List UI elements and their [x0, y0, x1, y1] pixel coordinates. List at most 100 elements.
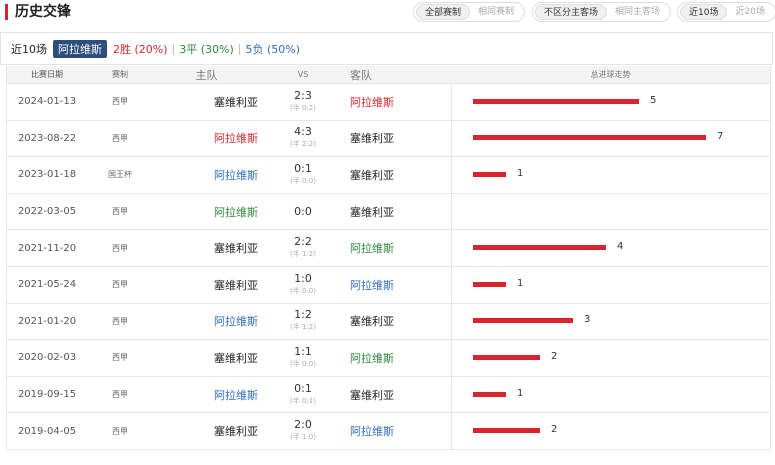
half-time-score: (半 0:1)	[290, 396, 316, 405]
table-row: 2023-08-22 西甲 阿拉维斯 4:3 (半 2:2) 塞维利亚 7	[7, 120, 770, 158]
page-title: 历史交锋	[15, 4, 71, 20]
summary-label: 近10场	[11, 42, 47, 56]
match-score: 1:2 (半 1:2)	[260, 309, 346, 333]
full-time-score: 2:0	[294, 418, 312, 432]
table-row: 2024-01-13 西甲 塞维利亚 2:3 (半 0:2) 阿拉维斯 5	[7, 84, 770, 121]
table-row: 2020-02-03 西甲 塞维利亚 1:1 (半 0:0) 阿拉维斯 2	[7, 340, 770, 377]
away-team[interactable]: 塞维利亚	[346, 313, 451, 329]
away-team[interactable]: 塞维利亚	[346, 130, 451, 146]
away-team[interactable]: 塞维利亚	[346, 387, 451, 403]
match-score: 2:2 (半 1:2)	[260, 236, 346, 260]
goal-total-label: 2	[551, 424, 558, 436]
table-row: 2021-11-20 西甲 塞维利亚 2:2 (半 1:2) 阿拉维斯 4	[7, 230, 770, 267]
goal-trend-cell: 5	[451, 84, 770, 120]
goal-total-label: 1	[517, 277, 524, 289]
divider: |	[237, 42, 242, 55]
match-score: 0:1 (半 0:1)	[260, 382, 346, 407]
record-summary: 近10场 阿拉维斯 2胜 (20%) | 3平 (30%) | 5负 (50%)	[0, 32, 773, 65]
match-competition: 西甲	[112, 316, 128, 326]
match-date: 2020-02-03	[17, 352, 77, 364]
goal-trend-cell: 1	[451, 376, 770, 413]
goal-trend-bar	[473, 245, 606, 251]
table-row: 2021-05-24 西甲 塞维利亚 1:0 (半 0:0) 阿拉维斯 1	[7, 266, 770, 304]
filter-range: 近10场 近20场	[677, 2, 775, 22]
goal-trend-bar	[473, 391, 506, 397]
home-team[interactable]: 阿拉维斯	[153, 167, 260, 183]
match-score: 0:1 (半 0:0)	[260, 161, 346, 187]
team-badge: 阿拉维斯	[53, 39, 107, 58]
match-competition: 西甲	[112, 207, 128, 217]
goal-trend-cell	[451, 193, 770, 230]
draw-count: 3平 (30%)	[179, 42, 234, 56]
home-team[interactable]: 阿拉维斯	[153, 313, 260, 329]
home-team[interactable]: 塞维利亚	[153, 423, 260, 439]
full-time-score: 1:1	[294, 344, 312, 358]
away-team[interactable]: 阿拉维斯	[346, 277, 451, 293]
home-team[interactable]: 塞维利亚	[153, 277, 260, 293]
col-date: 比赛日期	[31, 70, 63, 79]
goal-total-label: 3	[584, 314, 591, 326]
goal-trend-cell: 3	[451, 303, 770, 340]
section-header: 历史交锋 全部赛制 相同赛制 不区分主客场 相同主客场 近10场 近20场	[0, 0, 775, 26]
away-team[interactable]: 阿拉维斯	[346, 94, 451, 110]
goal-trend-bar	[473, 171, 506, 177]
away-team[interactable]: 塞维利亚	[346, 204, 451, 220]
half-time-score: (半 2:2)	[290, 140, 316, 149]
goal-trend-cell: 2	[451, 413, 770, 449]
filter-same-venue[interactable]: 相同主客场	[607, 4, 668, 20]
home-team[interactable]: 塞维利亚	[153, 94, 260, 110]
col-away: 客队	[350, 68, 372, 82]
filter-all-competitions[interactable]: 全部赛制	[416, 4, 471, 20]
home-team[interactable]: 阿拉维斯	[153, 387, 260, 403]
match-date: 2023-08-22	[17, 132, 77, 144]
goal-trend-cell: 1	[451, 157, 770, 193]
table-body: 2024-01-13 西甲 塞维利亚 2:3 (半 0:2) 阿拉维斯 5 2023-08-2…	[7, 84, 770, 450]
match-competition: 西甲	[112, 390, 128, 400]
half-time-score: (半 1:0)	[290, 433, 316, 442]
match-date: 2023-01-18	[17, 169, 77, 181]
table-header: 比赛日期 赛制 主队 VS 客队 总进球走势	[7, 66, 770, 84]
filter-venue: 不区分主客场 相同主客场	[532, 2, 672, 22]
match-score: 4:3 (半 2:2)	[260, 126, 346, 150]
table-row: 2023-01-18 国王杯 阿拉维斯 0:1 (半 0:0) 塞维利亚 1	[7, 157, 770, 194]
filter-any-venue[interactable]: 不区分主客场	[535, 4, 608, 20]
half-time-score: (半 1:2)	[290, 250, 316, 259]
away-team[interactable]: 塞维利亚	[346, 167, 451, 183]
half-time-score: (半 0:0)	[290, 286, 316, 295]
table-row: 2022-03-05 西甲 阿拉维斯 0:0 塞维利亚	[7, 193, 770, 231]
matches-table: 比赛日期 赛制 主队 VS 客队 总进球走势 2024-01-13 西甲 塞维利亚 2…	[6, 66, 771, 450]
full-time-score: 0:0	[294, 204, 312, 218]
filter-same-competition[interactable]: 相同赛制	[470, 4, 522, 20]
match-competition: 西甲	[112, 353, 128, 363]
match-competition: 西甲	[112, 133, 128, 143]
away-team[interactable]: 阿拉维斯	[346, 240, 451, 256]
goal-trend-bar	[473, 135, 706, 141]
full-time-score: 0:1	[294, 161, 312, 175]
col-home: 主队	[195, 68, 218, 82]
table-row: 2021-01-20 西甲 阿拉维斯 1:2 (半 1:2) 塞维利亚 3	[7, 303, 770, 341]
goal-total-label: 4	[617, 241, 624, 253]
match-competition: 西甲	[112, 280, 128, 290]
goal-total-label: 7	[717, 131, 724, 143]
match-competition: 西甲	[112, 243, 128, 253]
filter-last-10[interactable]: 近10场	[680, 4, 728, 20]
divider: |	[171, 42, 176, 55]
match-competition: 西甲	[112, 426, 128, 436]
away-team[interactable]: 阿拉维斯	[346, 423, 451, 439]
match-date: 2021-01-20	[17, 315, 77, 327]
home-team[interactable]: 塞维利亚	[153, 240, 260, 256]
away-team[interactable]: 阿拉维斯	[346, 350, 451, 366]
home-team[interactable]: 塞维利亚	[153, 350, 260, 366]
home-team[interactable]: 阿拉维斯	[153, 204, 260, 220]
win-count: 2胜 (20%)	[113, 42, 168, 56]
col-competition: 赛制	[112, 70, 128, 79]
full-time-score: 1:2	[294, 308, 312, 322]
goal-total-label: 5	[650, 94, 657, 106]
filter-last-20[interactable]: 近20场	[727, 4, 772, 20]
half-time-score: (半 1:2)	[290, 323, 316, 332]
match-date: 2024-01-13	[17, 96, 77, 108]
table-row: 2019-04-05 西甲 塞维利亚 2:0 (半 1:0) 阿拉维斯 2	[7, 413, 770, 450]
home-team[interactable]: 阿拉维斯	[153, 130, 260, 146]
match-score: 1:1 (半 0:0)	[260, 344, 346, 370]
title-accent-bar	[5, 4, 8, 20]
